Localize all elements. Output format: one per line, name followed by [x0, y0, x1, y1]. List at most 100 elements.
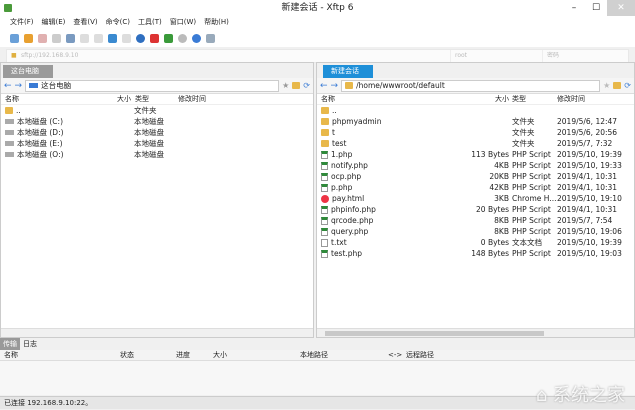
new-folder-icon[interactable]	[292, 82, 301, 89]
xftp-icon[interactable]	[164, 33, 173, 43]
file-row[interactable]: 本地磁盘 (O:) 本地磁盘	[1, 149, 313, 160]
col-local-path[interactable]: 本地路径	[300, 350, 328, 361]
chat-icon[interactable]	[206, 33, 215, 43]
menu-edit[interactable]: 编辑(E)	[42, 16, 66, 29]
file-row[interactable]: query.php 8KB PHP Script 2019/5/10, 19:0…	[317, 226, 634, 237]
file-row[interactable]: notify.php 4KB PHP Script 2019/5/10, 19:…	[317, 160, 634, 171]
file-modified	[178, 149, 258, 160]
col-name[interactable]: 名称	[4, 350, 18, 361]
local-hscrollbar[interactable]	[1, 328, 313, 337]
tab-log[interactable]: 日志	[20, 338, 40, 350]
col-modified[interactable]: 修改时间	[178, 94, 258, 104]
php-file-icon	[321, 205, 328, 214]
file-row[interactable]: 1.php 113 Bytes PHP Script 2019/5/10, 19…	[317, 149, 634, 160]
file-row[interactable]: t 文件夹 2019/5/6, 20:56	[317, 127, 634, 138]
new-tab-icon[interactable]	[66, 33, 75, 43]
disconnect-icon[interactable]	[52, 33, 61, 43]
forward-icon[interactable]: →	[15, 81, 23, 91]
back-icon[interactable]: ←	[4, 81, 12, 91]
open-icon[interactable]	[24, 33, 33, 43]
file-row[interactable]: ..	[317, 105, 634, 116]
transfer-icon[interactable]	[108, 33, 117, 43]
col-size[interactable]: 大小	[467, 94, 509, 104]
tab-local[interactable]: 这台电脑	[3, 65, 53, 78]
file-size: 20KB	[489, 172, 509, 181]
watermark-logo: ⌂ 系统之家	[535, 385, 625, 406]
tab-remote-session[interactable]: 新建会话	[323, 65, 373, 78]
file-row[interactable]: 本地磁盘 (C:) 本地磁盘	[1, 116, 313, 127]
col-type[interactable]: 类型	[131, 94, 178, 104]
menu-window[interactable]: 窗口(W)	[170, 16, 196, 29]
globe-icon[interactable]	[136, 33, 145, 43]
menu-command[interactable]: 命令(C)	[106, 16, 130, 29]
bookmark-icon[interactable]: ★	[282, 81, 289, 90]
file-name: 本地磁盘 (E:)	[17, 139, 63, 148]
close-button[interactable]: ✕	[607, 0, 635, 16]
file-name: pay.html	[332, 194, 365, 203]
app-icon	[4, 4, 12, 12]
file-row[interactable]: pay.html 3KB Chrome H... 2019/5/10, 19:1…	[317, 193, 634, 204]
username-input[interactable]: root	[450, 50, 467, 62]
menu-tools[interactable]: 工具(T)	[138, 16, 162, 29]
col-name[interactable]: 名称	[317, 94, 467, 104]
new-session-icon[interactable]	[10, 33, 19, 43]
file-row[interactable]: test.php 148 Bytes PHP Script 2019/5/10,…	[317, 248, 634, 259]
remote-path-input[interactable]: /home/wwwroot/default	[341, 79, 601, 92]
file-row[interactable]: phpinfo.php 20 Bytes PHP Script 2019/4/1…	[317, 204, 634, 215]
folder-icon	[321, 140, 329, 147]
bookmark-icon[interactable]: ★	[603, 81, 610, 90]
password-input[interactable]: 密码	[542, 50, 559, 62]
layout-icon[interactable]	[80, 33, 89, 43]
connect-icon[interactable]	[38, 33, 47, 43]
col-size[interactable]: 大小	[213, 350, 227, 361]
col-name[interactable]: 名称	[1, 94, 111, 104]
file-row[interactable]: .. 文件夹	[1, 105, 313, 116]
refresh-icon[interactable]: ⟳	[624, 81, 631, 90]
file-size	[111, 127, 131, 138]
file-row[interactable]: test 文件夹 2019/5/7, 7:32	[317, 138, 634, 149]
file-row[interactable]: t.txt 0 Bytes 文本文档 2019/5/10, 19:39	[317, 237, 634, 248]
xshell-icon[interactable]	[150, 33, 159, 43]
copy-icon[interactable]	[94, 33, 103, 43]
paste-icon[interactable]	[122, 33, 131, 43]
file-row[interactable]: 本地磁盘 (D:) 本地磁盘	[1, 127, 313, 138]
col-type[interactable]: 类型	[509, 94, 557, 104]
refresh-icon[interactable]: ⟳	[303, 81, 310, 90]
back-icon[interactable]: ←	[320, 81, 328, 91]
remote-hscrollbar[interactable]	[317, 328, 634, 337]
maximize-button[interactable]: ☐	[585, 0, 607, 16]
menu-file[interactable]: 文件(F)	[10, 16, 34, 29]
minimize-button[interactable]: –	[563, 0, 585, 16]
file-modified	[178, 138, 258, 149]
col-size[interactable]: 大小	[111, 94, 131, 104]
txt-file-icon	[321, 238, 328, 247]
scroll-thumb[interactable]	[325, 331, 544, 336]
local-path-input[interactable]: 这台电脑	[25, 79, 280, 92]
col-status[interactable]: 状态	[120, 350, 134, 361]
menu-help[interactable]: 帮助(H)	[204, 16, 229, 29]
file-modified: 2019/4/1, 10:31	[557, 205, 618, 214]
col-remote-path[interactable]: 远程路径	[406, 350, 434, 361]
lock-icon: ■	[11, 52, 17, 59]
new-folder-icon[interactable]	[613, 82, 622, 89]
menu-view[interactable]: 查看(V)	[73, 16, 97, 29]
host-input[interactable]: sftp://192.168.9.10	[21, 50, 78, 62]
col-progress[interactable]: 进度	[176, 350, 190, 361]
gear-icon[interactable]	[178, 33, 187, 43]
drive-file-icon	[5, 152, 14, 157]
file-row[interactable]: qrcode.php 8KB PHP Script 2019/5/7, 7:54	[317, 215, 634, 226]
file-row[interactable]: p.php 42KB PHP Script 2019/4/1, 10:31	[317, 182, 634, 193]
tab-transfers[interactable]: 传输	[0, 338, 20, 350]
file-row[interactable]: phpmyadmin 文件夹 2019/5/6, 12:47	[317, 116, 634, 127]
file-size	[467, 138, 509, 149]
file-type: PHP Script	[512, 249, 551, 258]
help-icon[interactable]	[192, 33, 201, 43]
file-type: 文本文档	[512, 238, 542, 247]
file-size	[111, 105, 131, 116]
file-row[interactable]: 本地磁盘 (E:) 本地磁盘	[1, 138, 313, 149]
file-name: test	[332, 139, 347, 148]
col-modified[interactable]: 修改时间	[557, 94, 632, 104]
forward-icon[interactable]: →	[331, 81, 339, 91]
col-direction[interactable]: <->	[388, 350, 402, 361]
file-row[interactable]: ocp.php 20KB PHP Script 2019/4/1, 10:31	[317, 171, 634, 182]
